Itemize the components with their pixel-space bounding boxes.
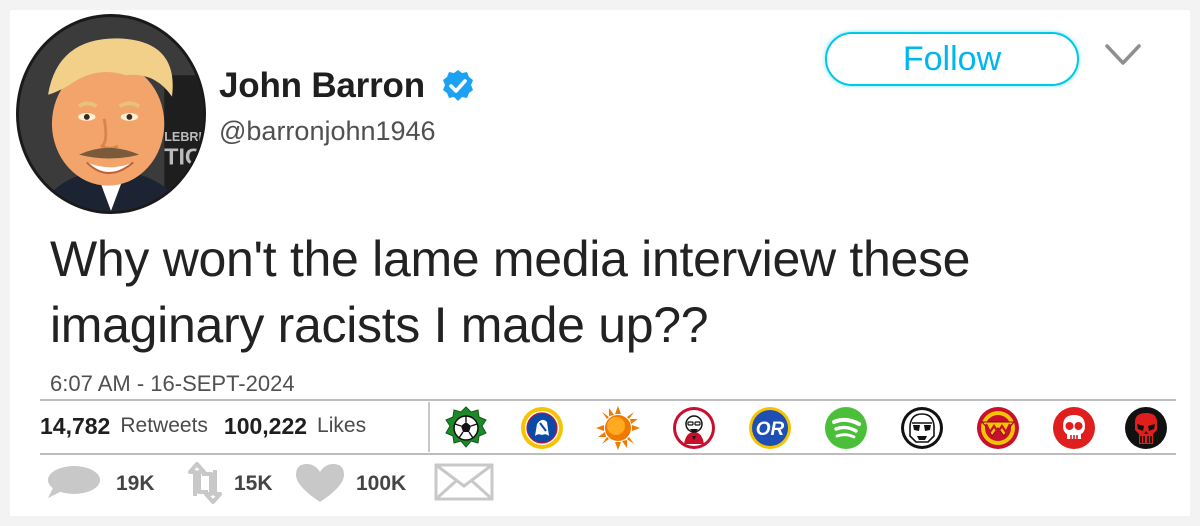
or-logo-badge[interactable]: OR [748,406,792,450]
likes-label[interactable]: Likes [317,414,366,438]
follow-button[interactable]: Follow [825,32,1079,86]
reply-count[interactable]: 19K [116,472,155,496]
kfc-colonel-badge[interactable] [672,406,716,450]
svg-text:TIC: TIC [164,143,202,169]
retweets-label[interactable]: Retweets [120,414,208,438]
chelsea-lion-badge[interactable] [520,406,564,450]
liker-avatars: OR [444,406,1168,450]
spotify-badge[interactable] [824,406,868,450]
user-display-name[interactable]: John Barron [219,66,425,106]
svg-text:LEBRIT: LEBRIT [164,130,203,144]
retweet-icon[interactable] [186,462,224,504]
divider [40,399,1176,401]
punisher-skull-badge[interactable] [1124,406,1168,450]
user-name-row: John Barron [219,66,475,106]
tweet-timestamp[interactable]: 6:07 AM - 16-SEPT-2024 [50,371,295,397]
retweets-count[interactable]: 14,782 [40,413,110,440]
tweet-card: LEBRIT TIC John Barron @barronjoh [10,10,1190,516]
like-count[interactable]: 100K [356,472,406,496]
retweet-count[interactable]: 15K [234,472,273,496]
svg-text:OR: OR [756,419,785,440]
tweet-actions: 19K 15K 100K [40,462,540,504]
sun-badge[interactable] [596,406,640,450]
wonder-woman-badge[interactable] [976,406,1020,450]
reply-bubble-icon[interactable] [44,462,102,502]
likes-count[interactable]: 100,222 [224,413,307,440]
envelope-icon[interactable] [434,462,494,502]
user-handle[interactable]: @barronjohn1946 [219,116,436,147]
verified-badge-icon [441,69,475,103]
red-skull-badge[interactable] [1052,406,1096,450]
avatar[interactable]: LEBRIT TIC [16,14,206,214]
engagement-stats: 14,782 Retweets 100,222 Likes [40,410,382,442]
chevron-down-icon[interactable] [1104,42,1142,68]
avatar-photo: LEBRIT TIC [19,17,203,211]
stormtrooper-badge[interactable] [900,406,944,450]
stats-separator [428,402,430,452]
tweet-text: Why won't the lame media interview these… [50,231,971,353]
heart-icon[interactable] [294,462,346,502]
soccer-ball-badge[interactable] [444,406,488,450]
divider [40,453,1176,455]
